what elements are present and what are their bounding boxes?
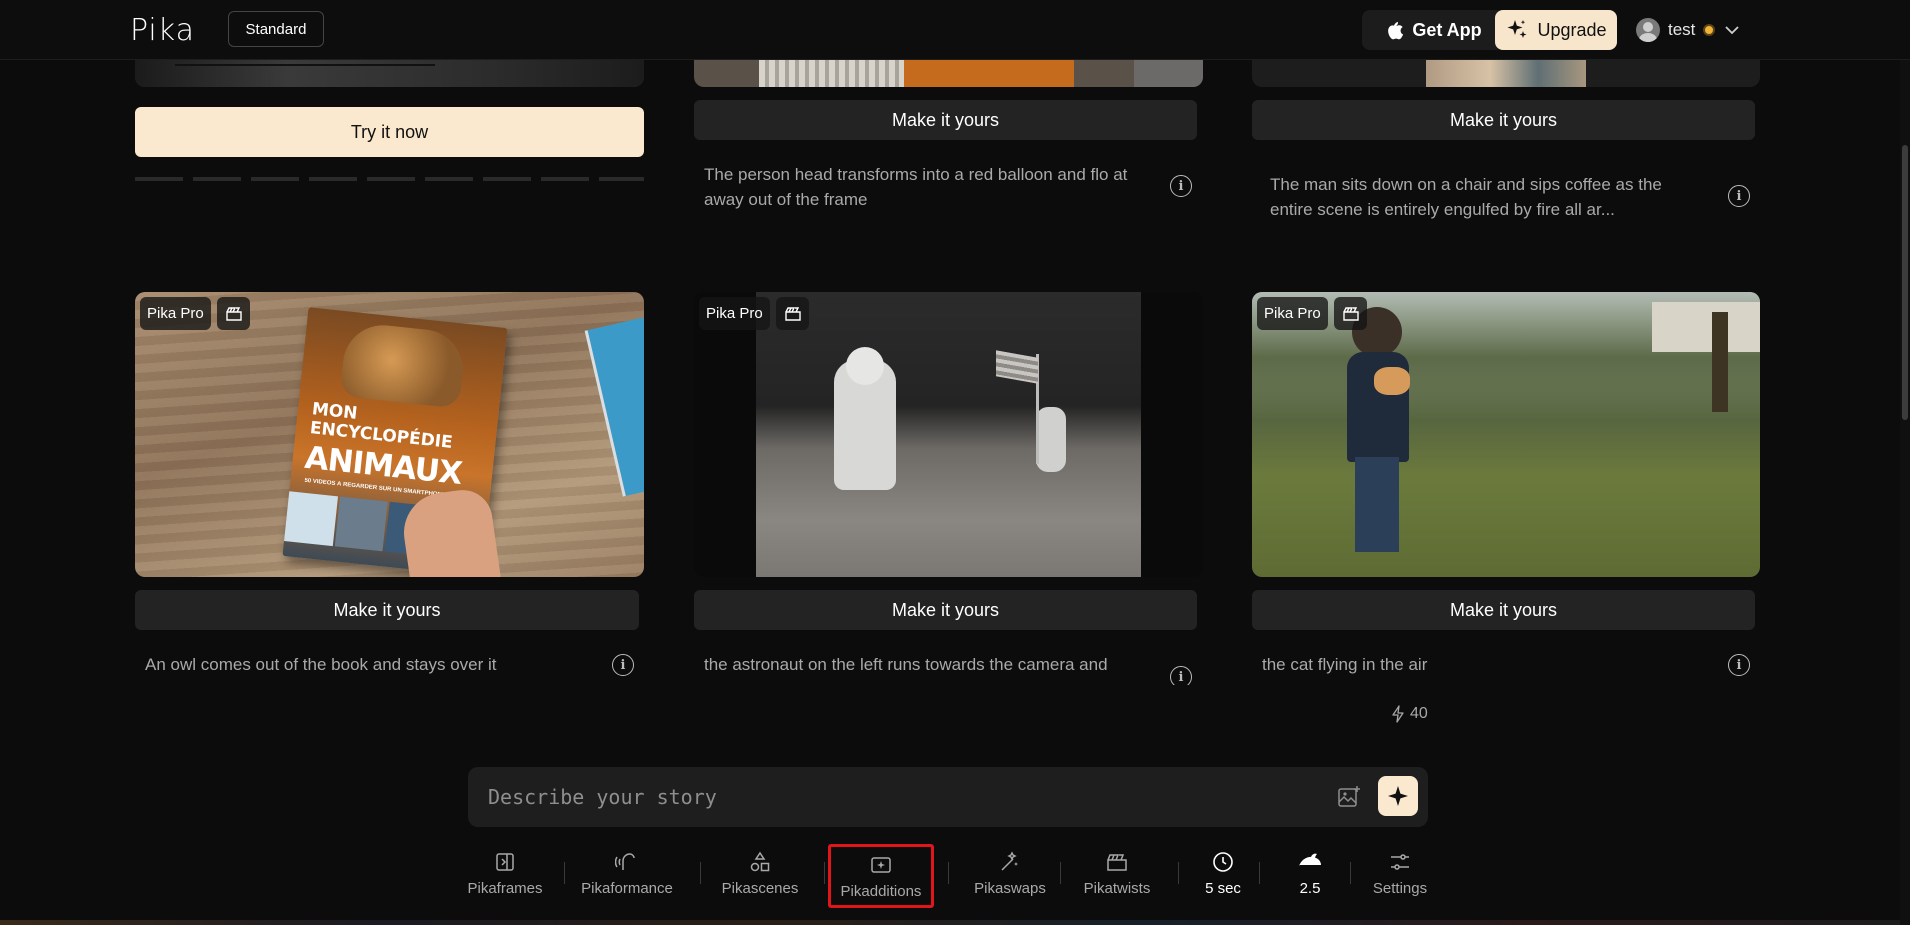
video-thumbnail[interactable]: Pika Pro bbox=[694, 292, 1203, 577]
generate-button[interactable] bbox=[1378, 776, 1418, 816]
frames-icon bbox=[496, 852, 514, 871]
make-it-yours-button[interactable]: Make it yours bbox=[694, 100, 1197, 140]
video-thumbnail[interactable] bbox=[694, 60, 1203, 87]
clapper-icon bbox=[776, 297, 809, 330]
tool-label: Pikascenes bbox=[721, 879, 799, 897]
tool-pikadditions[interactable]: Pikadditions bbox=[828, 844, 934, 908]
credits-counter: 40 bbox=[1390, 705, 1428, 723]
prompt-caption: the cat flying in the air bbox=[1262, 655, 1428, 674]
add-image-icon bbox=[871, 856, 891, 873]
toolbar-separator bbox=[1178, 862, 1179, 884]
add-image-button[interactable] bbox=[1334, 782, 1364, 812]
bottom-thumbnail-strip bbox=[0, 920, 1910, 925]
loading-placeholder bbox=[135, 177, 644, 181]
user-menu[interactable]: test bbox=[1636, 16, 1741, 44]
performance-icon bbox=[615, 852, 635, 870]
make-it-yours-button[interactable]: Make it yours bbox=[1252, 100, 1755, 140]
make-it-yours-button[interactable]: Make it yours bbox=[1252, 590, 1755, 630]
video-thumbnail[interactable] bbox=[135, 60, 644, 87]
pika-pro-tag: Pika Pro bbox=[699, 297, 770, 330]
settings-button[interactable]: Settings bbox=[1360, 838, 1440, 908]
tool-pikaswaps[interactable]: Pikaswaps bbox=[958, 838, 1062, 908]
tool-label: Pikaswaps bbox=[974, 879, 1046, 897]
tool-pikaformance[interactable]: Pikaformance bbox=[572, 838, 682, 908]
feed: Try it now Make it yours The person head… bbox=[0, 60, 1910, 685]
sparkle-icon bbox=[1388, 786, 1408, 806]
try-it-now-button[interactable]: Try it now bbox=[135, 107, 644, 157]
scrollbar-thumb[interactable] bbox=[1902, 145, 1908, 420]
tool-pikascenes[interactable]: Pikascenes bbox=[710, 838, 810, 908]
lightning-icon bbox=[1392, 705, 1404, 723]
upgrade-label: Upgrade bbox=[1537, 19, 1607, 40]
clapper-icon bbox=[1107, 853, 1127, 871]
toolbar-separator bbox=[948, 862, 949, 884]
username: test bbox=[1668, 20, 1696, 39]
shapes-icon bbox=[750, 851, 770, 871]
upgrade-button[interactable]: Upgrade bbox=[1495, 10, 1617, 50]
tool-label: Pikadditions bbox=[840, 882, 922, 900]
tool-pikaframes[interactable]: Pikaframes bbox=[460, 838, 550, 908]
get-app-label: Get App bbox=[1412, 19, 1482, 40]
toolbar-separator bbox=[700, 862, 701, 884]
toolbar-separator bbox=[1060, 862, 1061, 884]
prompt-bar bbox=[468, 767, 1428, 827]
tool-label: Pikaformance bbox=[581, 879, 673, 897]
video-thumbnail[interactable]: Pika Pro bbox=[1252, 292, 1760, 577]
pika-pro-tag: Pika Pro bbox=[1257, 297, 1328, 330]
sparkle-icon bbox=[1507, 20, 1527, 38]
make-it-yours-button[interactable]: Make it yours bbox=[135, 590, 639, 630]
model-icon bbox=[1299, 853, 1321, 866]
tool-label: Pikaframes bbox=[467, 879, 543, 897]
toolbar-separator bbox=[1259, 862, 1260, 884]
clock-icon bbox=[1213, 851, 1233, 872]
avatar bbox=[1636, 18, 1660, 42]
model-selector[interactable]: 2.5 bbox=[1270, 838, 1350, 908]
info-icon[interactable]: i bbox=[1170, 666, 1192, 685]
pika-pro-tag: Pika Pro bbox=[140, 297, 211, 330]
duration-selector[interactable]: 5 sec bbox=[1188, 838, 1258, 908]
credits-count: 40 bbox=[1410, 705, 1428, 722]
tool-toolbar: Pikaframes Pikaformance Pikascenes Pikad… bbox=[460, 838, 1440, 916]
sliders-icon bbox=[1391, 853, 1409, 870]
apple-icon bbox=[1388, 22, 1404, 40]
story-input[interactable] bbox=[488, 781, 1308, 813]
status-dot bbox=[1703, 24, 1716, 36]
tool-label: 5 sec bbox=[1205, 879, 1241, 897]
toolbar-separator bbox=[824, 862, 825, 884]
video-thumbnail[interactable]: MON ENCYCLOPÉDIE ANIMAUX 50 VIDÉOS À REG… bbox=[135, 292, 644, 577]
make-it-yours-button[interactable]: Make it yours bbox=[694, 590, 1197, 630]
info-icon[interactable]: i bbox=[1728, 654, 1750, 676]
get-app-button[interactable]: Get App bbox=[1362, 10, 1504, 50]
magic-wand-icon bbox=[1001, 850, 1018, 871]
prompt-caption: the astronaut on the left runs towards t… bbox=[704, 655, 1108, 674]
image-upload-icon bbox=[1338, 786, 1360, 807]
toolbar-separator bbox=[1350, 862, 1351, 884]
clapper-icon bbox=[1334, 297, 1367, 330]
tool-label: Settings bbox=[1372, 879, 1428, 897]
top-bar: Pika Standard Get App Upgrade test bbox=[0, 0, 1910, 60]
info-icon[interactable]: i bbox=[612, 654, 634, 676]
clapper-icon bbox=[217, 297, 250, 330]
prompt-caption: An owl comes out of the book and stays o… bbox=[145, 655, 497, 674]
tool-label: Pikatwists bbox=[1083, 879, 1151, 897]
tool-label: 2.5 bbox=[1299, 879, 1321, 897]
toolbar-separator bbox=[564, 862, 565, 884]
prompt-caption: The person head transforms into a red ba… bbox=[704, 165, 1128, 209]
pika-logo[interactable]: Pika bbox=[130, 13, 195, 48]
tool-pikatwists[interactable]: Pikatwists bbox=[1074, 838, 1160, 908]
plan-badge[interactable]: Standard bbox=[228, 11, 324, 47]
chevron-down-icon bbox=[1725, 26, 1740, 35]
prompt-caption: The man sits down on a chair and sips co… bbox=[1270, 175, 1662, 219]
info-icon[interactable]: i bbox=[1170, 175, 1192, 197]
info-icon[interactable]: i bbox=[1728, 185, 1750, 207]
video-thumbnail[interactable] bbox=[1252, 60, 1760, 87]
